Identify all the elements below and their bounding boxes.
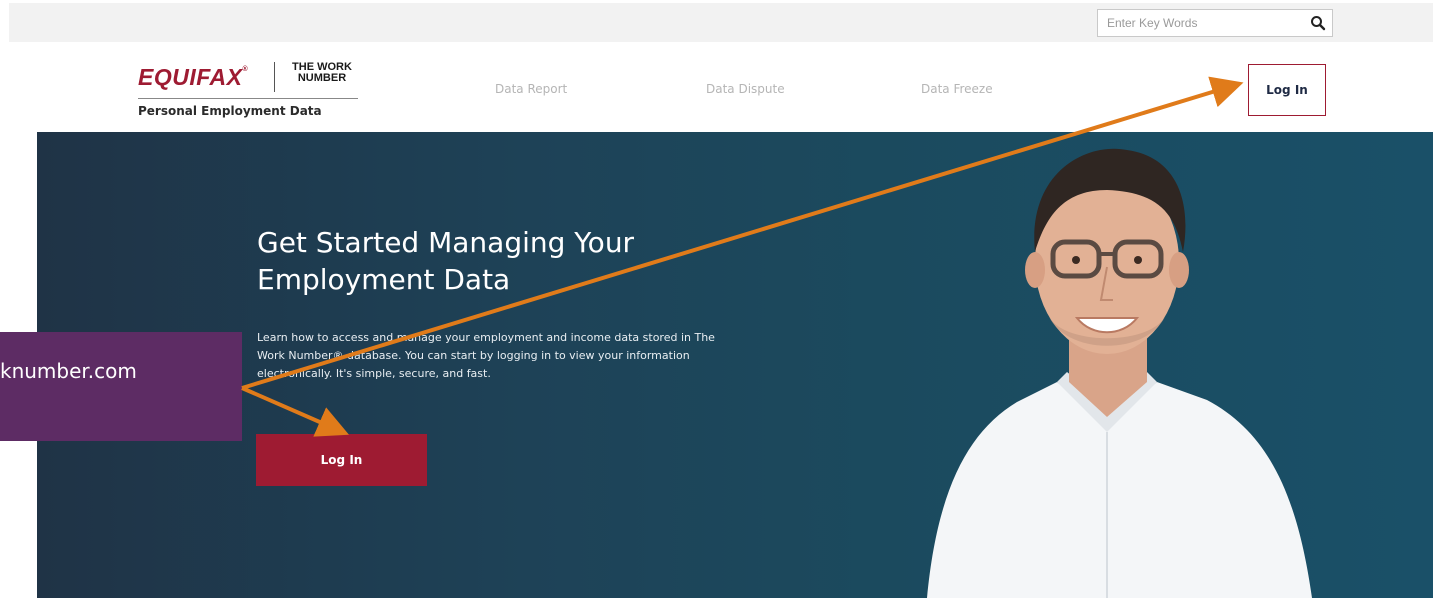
equifax-logo[interactable]: EQUIFAX® THE WORK NUMBER Personal Employ… xyxy=(138,60,368,122)
url-callout: knumber.com xyxy=(0,332,242,441)
header-login-button[interactable]: Log In xyxy=(1248,64,1326,116)
logo-underline xyxy=(138,98,358,99)
logo-brand: EQUIFAX® xyxy=(138,64,249,90)
nav-data-report[interactable]: Data Report xyxy=(495,82,567,96)
hero-description: Learn how to access and manage your empl… xyxy=(257,331,715,380)
site-header: EQUIFAX® THE WORK NUMBER Personal Employ… xyxy=(9,42,1433,132)
logo-divider xyxy=(274,62,275,92)
logo-subtitle: Personal Employment Data xyxy=(138,104,322,118)
hero-person-image xyxy=(927,148,1312,598)
nav-data-freeze[interactable]: Data Freeze xyxy=(921,82,993,96)
page: EQUIFAX® THE WORK NUMBER Personal Employ… xyxy=(0,0,1443,598)
hero-banner: Get Started Managing Your Employment Dat… xyxy=(37,132,1433,598)
search-icon[interactable] xyxy=(1310,15,1326,31)
utility-bar xyxy=(9,3,1433,42)
search-input[interactable] xyxy=(1098,10,1298,36)
search-box xyxy=(1097,9,1333,37)
logo-product: THE WORK NUMBER xyxy=(286,62,358,84)
nav-data-dispute[interactable]: Data Dispute xyxy=(706,82,785,96)
hero-title: Get Started Managing Your Employment Dat… xyxy=(257,226,635,296)
logo-product-line2: NUMBER xyxy=(297,72,347,84)
callout-text: knumber.com xyxy=(0,359,137,383)
hero-login-button[interactable]: Log In xyxy=(256,434,427,486)
